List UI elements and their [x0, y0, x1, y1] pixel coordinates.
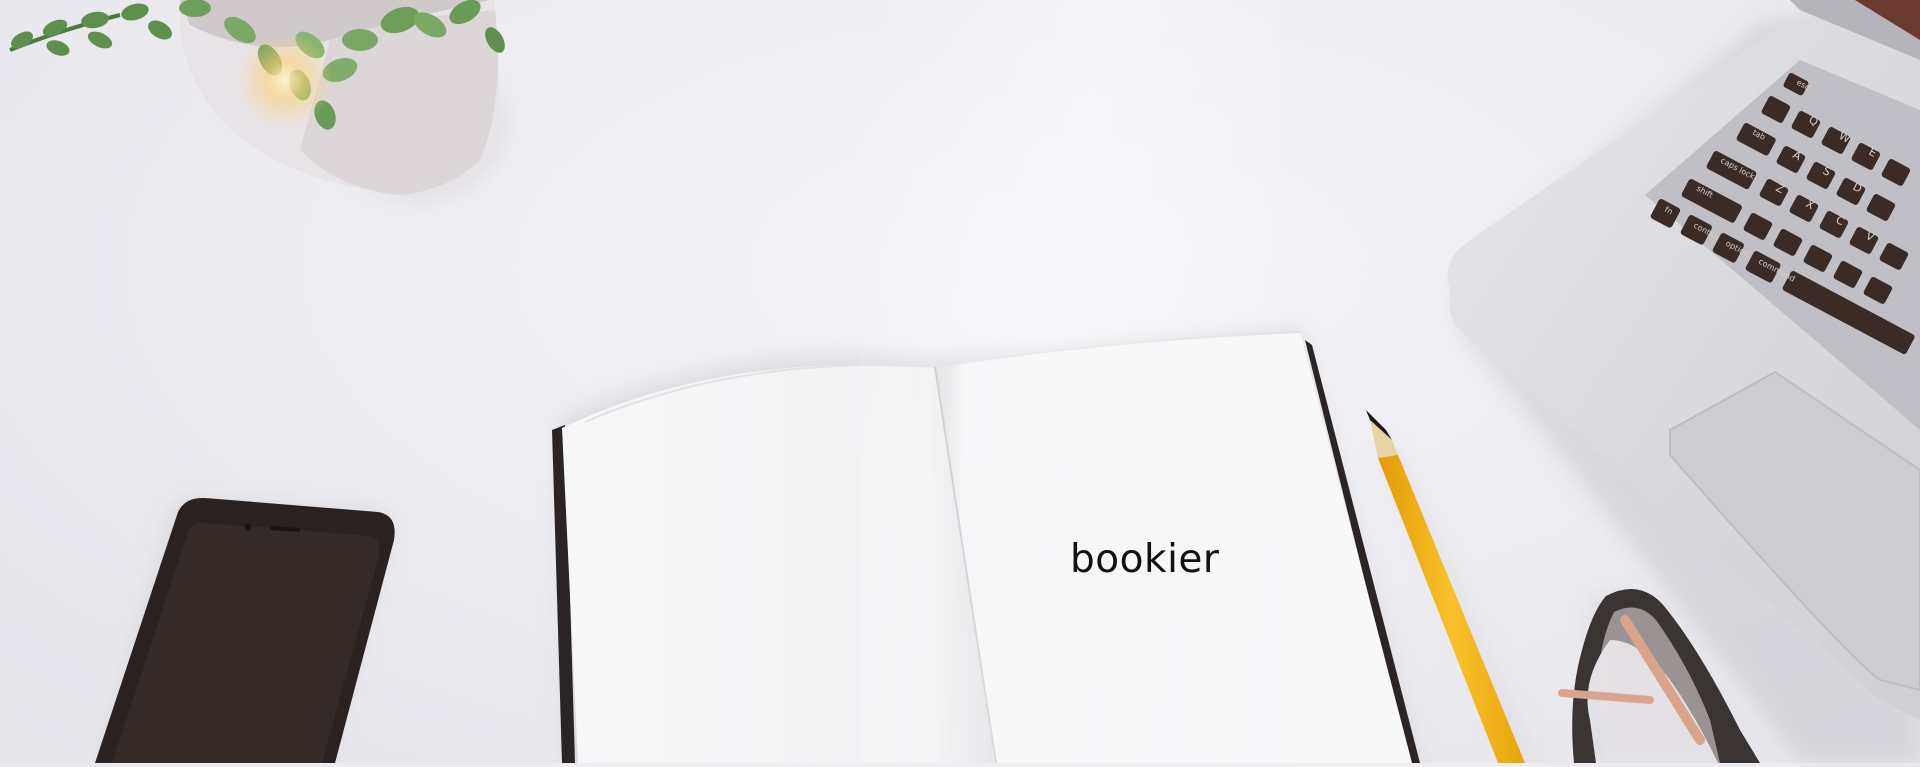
smartphone — [95, 496, 395, 763]
desk-illustration: esc tab caps lock shift fn control optio… — [0, 0, 1920, 763]
desk-scene: esc tab caps lock shift fn control optio… — [0, 0, 1920, 763]
notebook-caption: bookier — [1070, 537, 1210, 582]
notebook — [552, 330, 1420, 763]
